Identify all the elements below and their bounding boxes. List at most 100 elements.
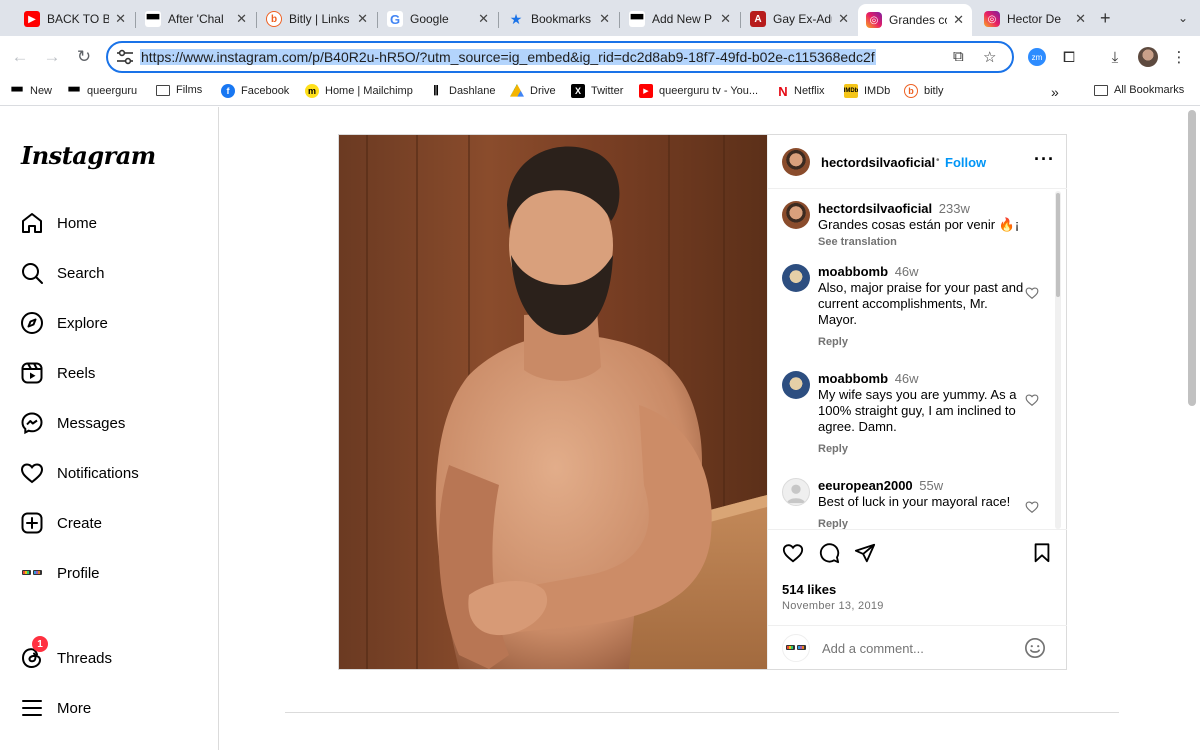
nav-explore[interactable]: Explore [20,311,108,335]
post-date[interactable]: November 13, 2019 [782,600,884,612]
close-tab-icon[interactable]: ✕ [1075,11,1086,27]
browser-tab[interactable]: A Gay Ex-Adu ✕ [742,6,857,32]
like-heart-icon[interactable] [782,542,804,564]
bookmark-item[interactable]: f Facebook [221,84,289,98]
feed-divider [285,712,1119,713]
comment-bubble-icon[interactable] [818,542,840,564]
url-text[interactable]: https://www.instagram.com/p/B40R2u-hR5O/… [140,49,876,65]
dashlane-icon: ⫼ [433,84,439,97]
download-icon[interactable]: ⤓ [1104,46,1126,68]
page-scrollbar-thumb[interactable] [1188,110,1196,406]
hamburger-menu-icon [22,700,42,716]
reply-button[interactable]: Reply [818,518,848,529]
close-tab-icon[interactable]: ✕ [115,11,126,27]
share-paper-plane-icon[interactable] [854,542,876,564]
bookmark-item[interactable]: IMDb IMDb [844,84,890,98]
bookmark-item[interactable]: ⫼ Dashlane [429,84,495,98]
like-comment-heart-icon[interactable] [1025,500,1039,514]
nav-search[interactable]: Search [20,261,105,285]
a-icon: A [750,11,766,27]
author-avatar[interactable] [782,148,810,176]
close-tab-icon[interactable]: ✕ [720,11,731,27]
all-bookmarks-folder[interactable]: All Bookmarks [1094,84,1184,96]
browser-tab-active[interactable]: ◎ Grandes co ✕ [858,4,972,36]
nav-notifications[interactable]: Notifications [20,461,139,485]
browser-tab[interactable]: ★ Bookmarks ✕ [500,6,618,32]
close-tab-icon[interactable]: ✕ [236,11,247,27]
bookmark-item[interactable]: X Twitter [571,84,623,98]
bookmark-star-icon[interactable]: ☆ [983,48,996,66]
site-info-icon[interactable] [116,49,134,65]
instagram-logo[interactable]: Instagram [21,141,156,170]
new-tab-icon[interactable]: + [1100,8,1111,29]
close-tab-icon[interactable]: ✕ [599,11,610,27]
add-comment-input[interactable] [822,638,1012,658]
folder-icon [1094,84,1108,96]
more-bookmarks-chevron-icon[interactable]: » [1051,84,1059,100]
header-separator: • [936,155,940,166]
comment-clip: eeuropean2000 55w Best of luck in your m… [768,475,1053,529]
close-tab-icon[interactable]: ✕ [357,11,368,27]
author-username[interactable]: hectordsilvaoficial [821,155,935,170]
browser-tab[interactable]: ▀▀ After 'Chal ✕ [137,6,255,32]
reload-icon[interactable]: ↻ [72,45,96,69]
bookmark-item[interactable]: N Netflix [778,84,824,99]
home-icon [22,213,42,233]
commenter-avatar[interactable] [782,371,810,399]
nav-create[interactable]: Create [20,511,102,535]
follow-button[interactable]: Follow [945,155,986,170]
back-arrow-icon[interactable]: ← [8,45,32,69]
nav-threads[interactable]: 1 Threads [20,636,112,670]
reels-icon [21,362,43,384]
bookmark-item[interactable]: Drive [510,84,556,98]
nav-home[interactable]: Home [20,211,97,235]
bookmark-item[interactable]: ▀▀ New [10,84,52,98]
like-comment-heart-icon[interactable] [1025,393,1039,407]
like-comment-heart-icon[interactable] [1025,286,1039,300]
current-user-avatar [782,634,810,662]
see-translation-link[interactable]: See translation [818,236,897,248]
reply-button[interactable]: Reply [818,443,848,455]
save-bookmark-icon[interactable] [1031,542,1053,564]
zoom-extension-icon[interactable]: zm [1026,46,1048,68]
browser-tab[interactable]: ▀▀ Add New P ✕ [621,6,739,32]
browser-menu-icon[interactable]: ⋮ [1168,46,1190,68]
commenter-avatar[interactable] [782,264,810,292]
profile-avatar-icon[interactable] [1137,46,1159,68]
post-header: hectordsilvaoficial • Follow ··· [768,135,1067,189]
extensions-puzzle-icon[interactable]: ⧠ [1058,46,1080,68]
post-photo[interactable] [339,135,767,669]
sunglasses-icon: ▀▀ [145,11,161,27]
instagram-sidebar: Instagram Home Search Explore Reels Mess… [0,107,219,750]
close-tab-icon[interactable]: ✕ [838,11,849,27]
more-options-icon[interactable]: ··· [1034,149,1055,170]
forward-arrow-icon[interactable]: → [40,45,64,69]
emoji-smiley-icon[interactable] [1024,637,1046,659]
nav-reels[interactable]: Reels [20,361,95,385]
tab-search-chevron-icon[interactable]: ⌄ [1172,7,1194,29]
commenter-avatar[interactable] [782,478,810,506]
address-bar[interactable]: https://www.instagram.com/p/B40R2u-hR5O/… [106,41,1014,73]
bookmark-item[interactable]: b bitly [904,84,944,98]
browser-tab[interactable]: G Google ✕ [379,6,497,32]
browser-tab[interactable]: b Bitly | Links ✕ [258,6,376,32]
comments-scroll-thumb[interactable] [1056,193,1060,297]
bookmark-item[interactable]: ▀▀ queerguru [67,84,137,98]
nav-messages[interactable]: Messages [20,411,125,435]
close-tab-icon[interactable]: ✕ [478,11,489,27]
nav-more[interactable]: More [20,696,91,720]
browser-tab[interactable]: ▶ BACK TO B ✕ [16,6,134,32]
bookmark-item[interactable]: m Home | Mailchimp [305,84,413,98]
browser-tab[interactable]: ◎ Hector De ✕ [976,6,1094,32]
nav-profile[interactable]: Profile [20,561,100,585]
install-app-icon[interactable]: ⧉ [953,48,964,65]
mailchimp-icon: m [305,84,319,98]
caption-avatar[interactable] [782,201,810,229]
compass-icon [21,312,43,334]
close-tab-icon[interactable]: ✕ [953,12,964,28]
bookmark-item[interactable]: ▶ queerguru tv - You... [639,84,758,98]
likes-count[interactable]: 514 likes [782,582,836,597]
messenger-icon [21,412,43,435]
reply-button[interactable]: Reply [818,336,848,348]
bookmark-folder[interactable]: Films [156,84,202,96]
